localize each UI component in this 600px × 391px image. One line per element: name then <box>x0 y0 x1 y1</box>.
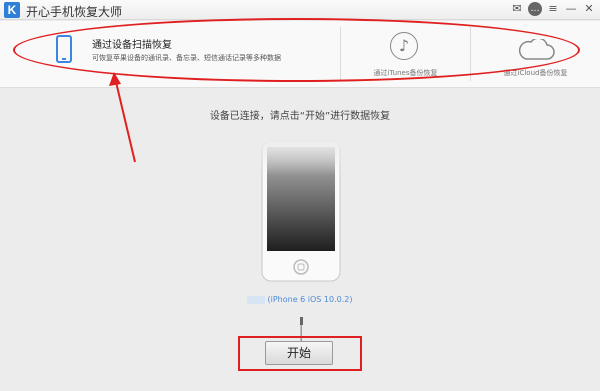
device-model-text: (iPhone 6 iOS 10.0.2) <box>267 295 353 304</box>
instruction-text: 设备已连接，请点击“开始”进行数据恢复 <box>209 111 391 122</box>
start-button[interactable]: 开始 <box>265 341 333 365</box>
device-info: (iPhone 6 iOS 10.0.2) <box>0 295 600 304</box>
device-name-redacted <box>247 295 266 304</box>
main-panel: 设备已连接，请点击“开始”进行数据恢复 (iPhone 6 iOS 10.0.2… <box>0 89 600 391</box>
